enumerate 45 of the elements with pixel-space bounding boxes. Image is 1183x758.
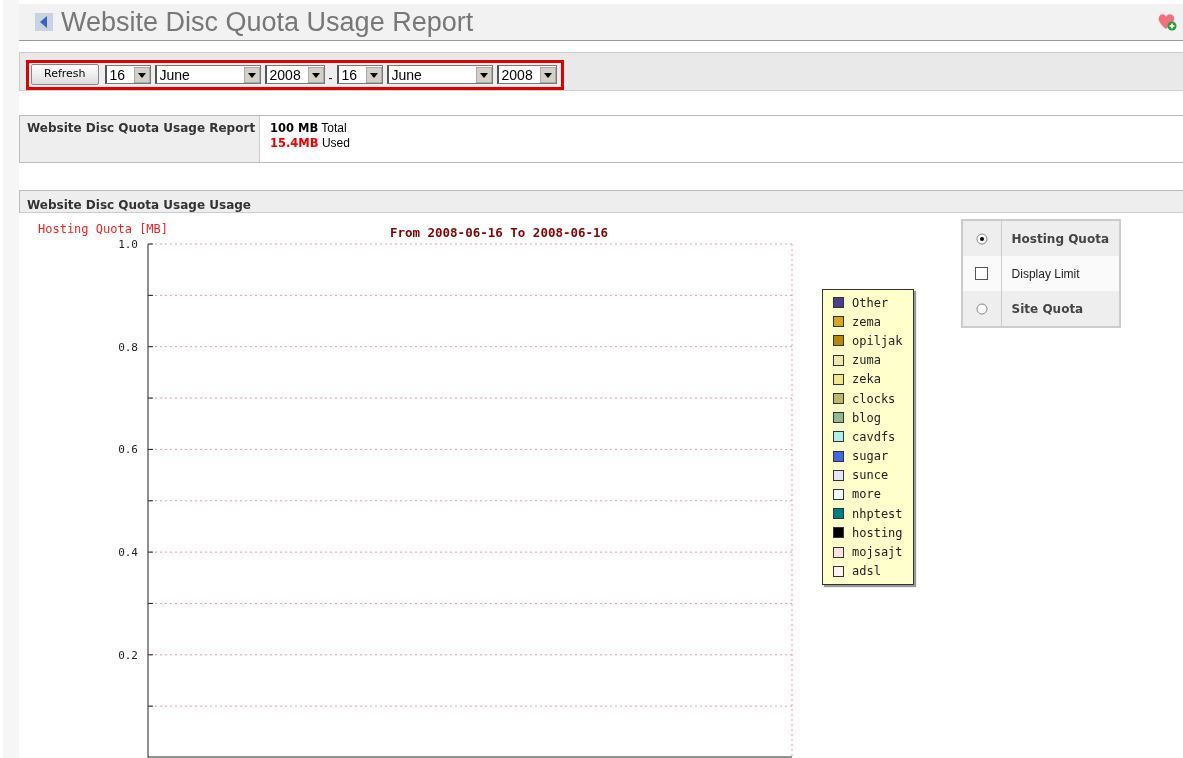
section-title: Website Disc Quota Usage Usage [27, 198, 251, 212]
legend-label: blog [852, 410, 881, 425]
legend-label: Other [852, 295, 889, 310]
legend-label: mojsajt [852, 545, 903, 560]
y-tick-label: 0.4 [118, 546, 138, 560]
legend-label: nhptest [852, 506, 903, 521]
year-dropdown[interactable]: 2008 [264, 65, 325, 84]
dropdown-arrow-icon[interactable] [475, 66, 492, 83]
legend-label: zema [852, 314, 881, 329]
legend-label: zuma [852, 353, 881, 368]
radio-button[interactable] [975, 302, 988, 315]
month-dropdown[interactable]: June [154, 65, 261, 84]
dropdown-arrow-icon[interactable] [133, 66, 150, 83]
legend-label: adsl [852, 564, 881, 579]
legend-label: zeka [852, 372, 881, 387]
y-tick-label: 0.2 [118, 648, 138, 662]
dropdown-arrow-icon[interactable] [539, 66, 556, 83]
legend-label: opiljak [852, 333, 903, 348]
checkbox[interactable] [975, 267, 989, 280]
day-dropdown[interactable]: 16 [336, 65, 383, 84]
summary-label: Website Disc Quota Usage Report [27, 121, 256, 135]
y-tick-label: 0.6 [118, 443, 138, 457]
month-dropdown[interactable]: June [386, 65, 493, 84]
add-favorite-icon[interactable] [1157, 13, 1177, 31]
chart-title: From 2008-06-16 To 2008-06-16 [389, 225, 609, 240]
legend-label: sunce [852, 468, 889, 483]
day-dropdown[interactable]: 16 [104, 65, 151, 84]
dropdown-arrow-icon[interactable] [307, 66, 324, 83]
legend-label: more [852, 487, 881, 502]
used-space-text: 15.4MB Used [270, 136, 350, 150]
dropdown-arrow-icon[interactable] [365, 66, 382, 83]
year-dropdown[interactable]: 2008 [496, 65, 557, 84]
legend-label: sugar [852, 449, 889, 464]
dropdown-arrow-icon[interactable] [243, 66, 260, 83]
legend-label: cavdfs [852, 429, 896, 444]
page-title: Website Disc Quota Usage Report [61, 6, 474, 38]
y-tick-label: 1.0 [118, 238, 138, 251]
refresh-button[interactable]: Refresh [31, 64, 99, 85]
date-separator: - [328, 71, 333, 85]
legend-label: hosting [852, 525, 903, 540]
legend-label: clocks [852, 391, 896, 406]
radio-button[interactable] [975, 232, 988, 245]
total-space-text: 100 MB Total [270, 121, 348, 135]
y-tick-label: 0.8 [118, 340, 138, 354]
y-axis-title: Hosting Quota [MB] [38, 222, 169, 236]
